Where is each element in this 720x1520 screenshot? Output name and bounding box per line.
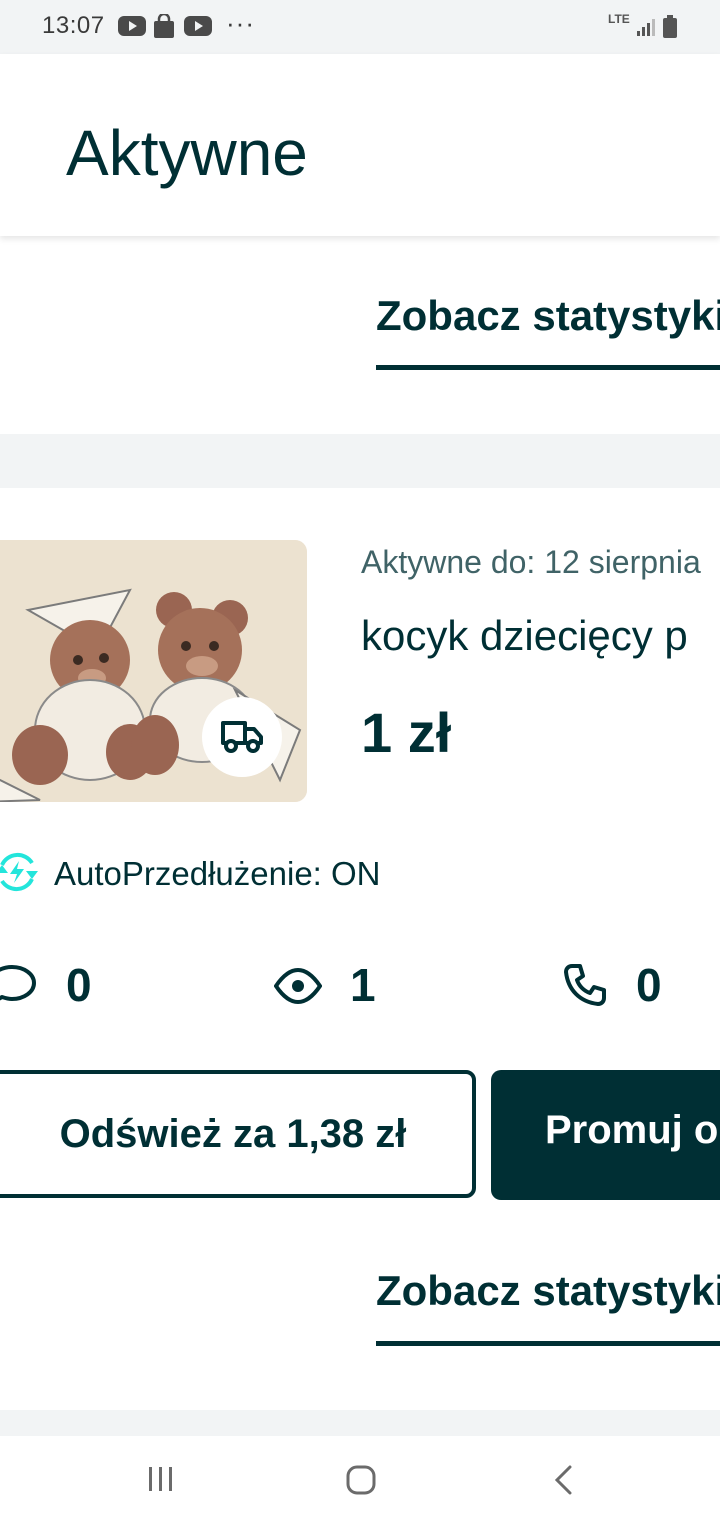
status-time: 13:07 — [42, 12, 105, 39]
youtube-icon — [118, 16, 146, 36]
ad-price: 1 zł — [361, 701, 452, 764]
page-title: Aktywne — [66, 117, 308, 189]
active-until: Aktywne do: 12 sierpnia — [361, 544, 701, 580]
messages-count: 0 — [66, 959, 92, 1011]
status-bar: 13:07 ··· LTE — [0, 0, 720, 54]
auto-renew-icon — [0, 849, 40, 900]
auto-renew-label: AutoPrzedłużenie: ON — [54, 855, 381, 892]
see-stats-link[interactable]: Zobacz statystyki — [376, 1267, 720, 1315]
back-icon[interactable] — [552, 1465, 574, 1500]
recent-apps-icon[interactable] — [146, 1466, 176, 1497]
phone-icon — [562, 962, 608, 1013]
refresh-button[interactable]: Odśwież za 1,38 zł — [0, 1070, 476, 1198]
eye-icon — [273, 966, 323, 1011]
delivery-badge — [202, 697, 282, 777]
see-stats-link[interactable]: Zobacz statystyki — [376, 292, 720, 340]
battery-icon — [662, 15, 678, 44]
card-divider — [0, 434, 720, 488]
network-type: LTE — [608, 12, 630, 26]
link-underline — [376, 365, 720, 370]
ad-title[interactable]: kocyk dziecięcy p — [361, 612, 688, 660]
card-divider — [0, 1410, 720, 1436]
page-header: Aktywne — [0, 54, 720, 236]
calls-count: 0 — [636, 959, 662, 1011]
auto-renew-row: AutoPrzedłużenie: ON — [0, 848, 381, 900]
promote-button-label: Promuj o — [545, 1108, 719, 1152]
more-dots-icon: ··· — [226, 8, 255, 38]
views-count: 1 — [350, 959, 376, 1011]
promote-button[interactable]: Promuj o — [491, 1070, 720, 1200]
home-icon[interactable] — [346, 1465, 376, 1500]
refresh-button-label: Odśwież za 1,38 zł — [59, 1111, 407, 1156]
link-underline — [376, 1341, 720, 1346]
youtube-icon — [184, 16, 212, 36]
system-nav-bar — [0, 1436, 720, 1520]
signal-icon — [636, 17, 656, 42]
shopping-bag-icon — [153, 12, 175, 38]
truck-icon — [219, 715, 265, 760]
chat-icon — [0, 963, 38, 1012]
